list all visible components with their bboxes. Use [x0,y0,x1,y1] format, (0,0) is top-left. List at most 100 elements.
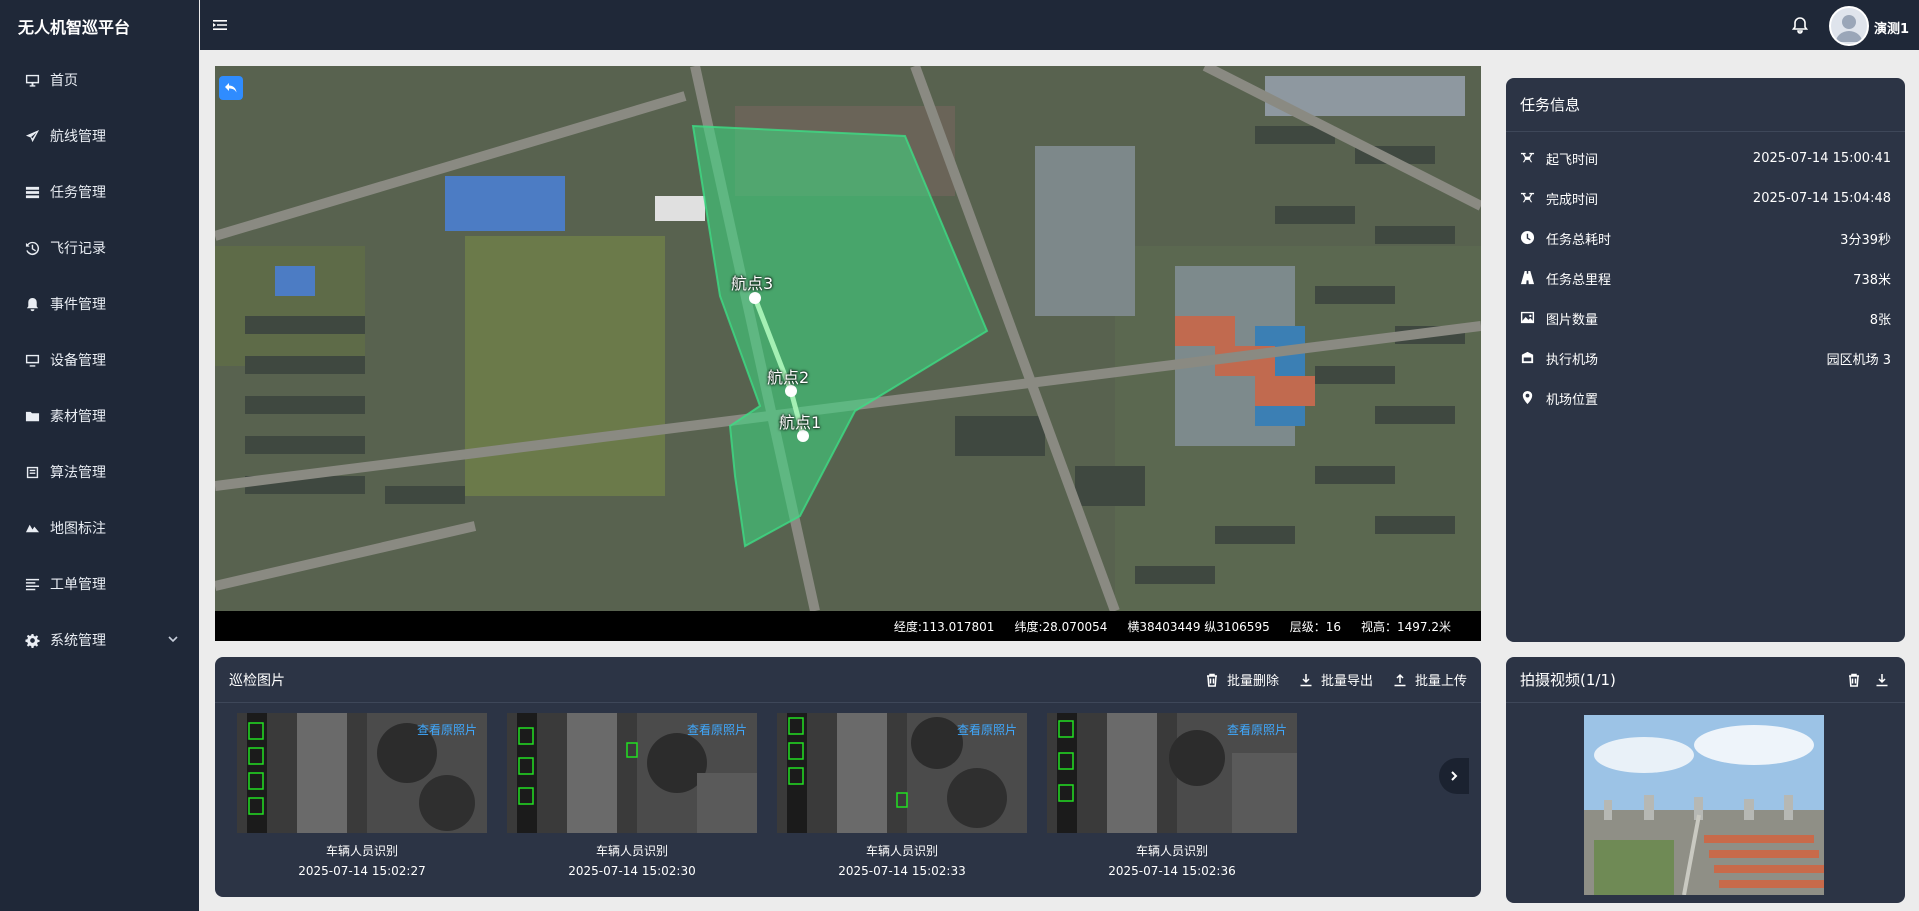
view-original-link[interactable]: 查看原照片 [417,721,477,738]
sidebar-item-label: 算法管理 [50,465,106,481]
sidebar-item-label: 地图标注 [50,521,106,537]
video-panel: 拍摄视频(1/1) [1506,657,1905,903]
gear-icon [24,632,40,648]
next-page-button[interactable] [1439,758,1469,794]
finish-time-value: 2025-07-14 15:04:48 [1752,190,1891,206]
batch-delete-button[interactable]: 批量删除 [1205,670,1279,689]
panel-title: 拍摄视频(1/1) [1520,671,1616,689]
thumbnail-caption: 车辆人员识别 [595,844,668,858]
panel-title: 巡检图片 [229,672,285,689]
download-video-button[interactable] [1875,672,1891,688]
notification-bell-icon[interactable] [1791,16,1809,34]
road-icon [1520,270,1536,286]
bell-icon [24,296,40,312]
inspection-thumbnail[interactable]: 查看原照片 车辆人员识别 2025-07-14 15:02:27 [237,713,487,881]
folder-icon [24,408,40,424]
sidebar-item-label: 设备管理 [50,353,106,369]
top-bar: 演测1 [200,0,1919,50]
image-icon [1520,310,1536,326]
sidebar-item-devices[interactable]: 设备管理 [0,332,199,388]
thumbnail-time: 2025-07-14 15:02:27 [298,864,426,878]
desktop-icon [24,352,40,368]
avatar[interactable] [1829,6,1869,46]
sidebar-item-materials[interactable]: 素材管理 [0,388,199,444]
sidebar-item-algorithms[interactable]: 算法管理 [0,444,199,500]
sidebar-item-label: 素材管理 [50,409,106,425]
sidebar-item-label: 工单管理 [50,577,106,593]
projected-coords-readout: 横38403449 纵3106595 [1127,619,1270,634]
map-mark-icon [24,520,40,536]
sidebar-item-system[interactable]: 系统管理 [0,612,199,668]
upload-icon [1394,673,1406,686]
delete-video-button[interactable] [1847,672,1863,688]
sidebar-item-work-orders[interactable]: 工单管理 [0,556,199,612]
view-original-link[interactable]: 查看原照片 [1227,721,1287,738]
sidebar-item-label: 系统管理 [50,633,106,649]
view-original-link[interactable]: 查看原照片 [957,721,1017,738]
chevron-down-icon [167,633,179,645]
sidebar-item-label: 飞行记录 [50,241,106,257]
view-original-link[interactable]: 查看原照片 [687,721,747,738]
download-icon [1876,673,1888,686]
sidebar-item-label: 航线管理 [50,129,106,145]
info-row-image-count: 图片数量 8张 [1506,298,1905,338]
back-arrow-icon [225,83,237,93]
inspection-image: 查看原照片 [237,713,487,833]
satellite-imagery [215,66,1481,611]
satellite-map[interactable]: 航点3 航点2 航点1 [215,66,1481,611]
menu-toggle-icon[interactable] [212,17,228,33]
info-row-distance: 任务总里程 738米 [1506,258,1905,298]
thumbnail-time: 2025-07-14 15:02:30 [568,864,696,878]
view-altitude-readout: 视高：1497.2米 [1361,619,1451,634]
back-button[interactable] [219,76,243,100]
thumbnail-caption: 车辆人员识别 [1135,844,1208,858]
panel-title: 任务信息 [1506,78,1905,132]
algorithm-icon [24,464,40,480]
inspection-image: 查看原照片 [507,713,757,833]
lines-icon [24,576,40,592]
sidebar-item-routes[interactable]: 航线管理 [0,108,199,164]
plane-icon [24,128,40,144]
trash-icon [1849,673,1859,687]
batch-export-button[interactable]: 批量导出 [1299,670,1373,689]
info-row-airport-location: 机场位置 [1506,378,1905,418]
drone-icon [1520,190,1536,206]
inspection-thumbnail[interactable]: 查看原照片 车辆人员识别 2025-07-14 15:02:33 [777,713,1027,881]
sidebar-item-label: 首页 [50,73,78,89]
inspection-thumbnail[interactable]: 查看原照片 车辆人员识别 2025-07-14 15:02:36 [1047,713,1297,881]
longitude-readout: 经度:113.017801 [893,619,995,634]
trash-icon [1206,673,1217,687]
sidebar-item-map-annotation[interactable]: 地图标注 [0,500,199,556]
info-row-finish-time: 完成时间 2025-07-14 15:04:48 [1506,178,1905,218]
clock-icon [1520,230,1536,246]
chevron-right-icon [1451,771,1458,781]
info-row-duration: 任务总耗时 3分39秒 [1506,218,1905,258]
inspection-image: 查看原照片 [777,713,1027,833]
batch-upload-button[interactable]: 批量上传 [1393,670,1467,689]
sidebar-item-tasks[interactable]: 任务管理 [0,164,199,220]
image-count-value: 8张 [1869,312,1891,328]
app-title: 无人机智巡平台 [18,18,131,37]
history-icon [24,240,40,256]
map-status-bar: 经度:113.017801 纬度:28.070054 横38403449 纵31… [215,611,1481,641]
username[interactable]: 演测1 [1874,18,1909,37]
thumbnail-time: 2025-07-14 15:02:33 [838,864,966,878]
inspection-thumbnail[interactable]: 查看原照片 车辆人员识别 2025-07-14 15:02:30 [507,713,757,881]
sidebar: 无人机智巡平台 首页 航线管理 任务管理 飞行记录 事件管理 设备管理 素材管理 [0,0,199,911]
task-info-panel: 任务信息 起飞时间 2025-07-14 15:00:41 完成时间 2025-… [1506,78,1905,642]
takeoff-time-value: 2025-07-14 15:00:41 [1752,150,1891,166]
location-pin-icon [1520,390,1536,406]
info-row-takeoff-time: 起飞时间 2025-07-14 15:00:41 [1506,138,1905,178]
thumbnail-caption: 车辆人员识别 [325,844,398,858]
thumbnail-time: 2025-07-14 15:02:36 [1108,864,1236,878]
inspection-image: 查看原照片 [1047,713,1297,833]
video-thumbnail[interactable] [1584,715,1824,895]
airport-value: 园区机场 3 [1826,352,1891,368]
list-icon [24,184,40,200]
sidebar-item-events[interactable]: 事件管理 [0,276,199,332]
sidebar-item-flight-records[interactable]: 飞行记录 [0,220,199,276]
sidebar-item-home[interactable]: 首页 [0,52,199,108]
drone-icon [1520,150,1536,166]
download-icon [1300,673,1312,686]
distance-value: 738米 [1853,272,1891,288]
